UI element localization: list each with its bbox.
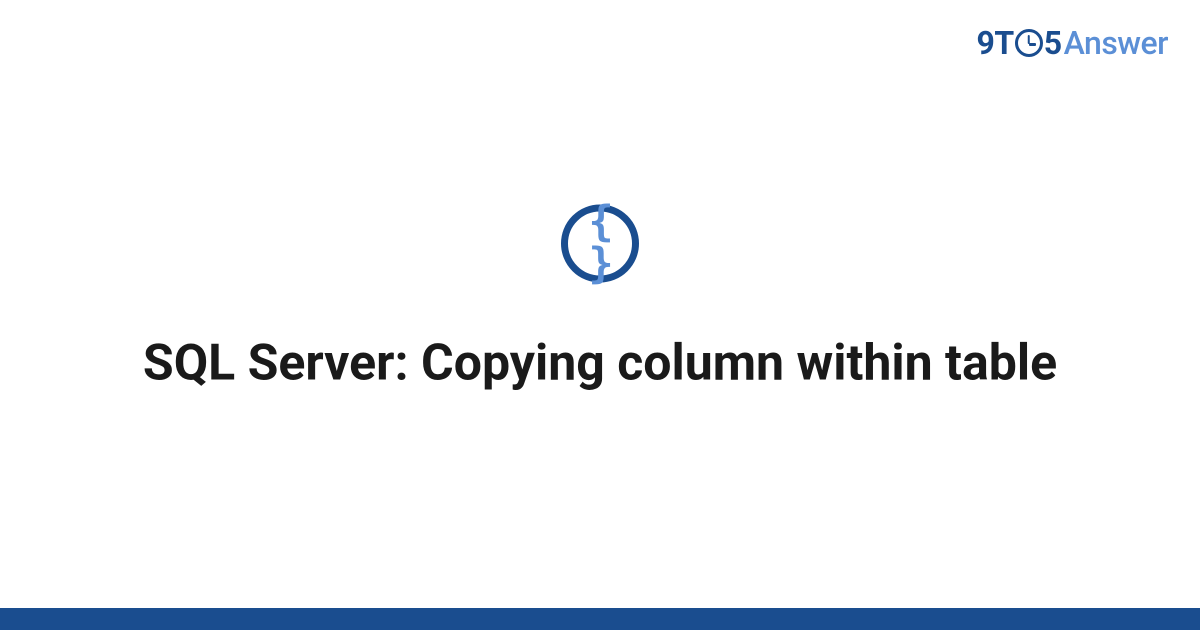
site-logo: 9T 5 Answer — [977, 24, 1168, 62]
page-title: SQL Server: Copying column within table — [0, 333, 1200, 396]
logo-text-answer: Answer — [1064, 24, 1168, 62]
code-braces-icon: { } — [561, 205, 639, 283]
main-content: { } SQL Server: Copying column within ta… — [0, 205, 1200, 396]
braces-symbol: { } — [568, 201, 632, 285]
logo-text-5: 5 — [1044, 24, 1062, 62]
footer-bar — [0, 608, 1200, 630]
logo-text-9t: 9T — [977, 24, 1014, 62]
clock-icon — [1015, 29, 1043, 57]
